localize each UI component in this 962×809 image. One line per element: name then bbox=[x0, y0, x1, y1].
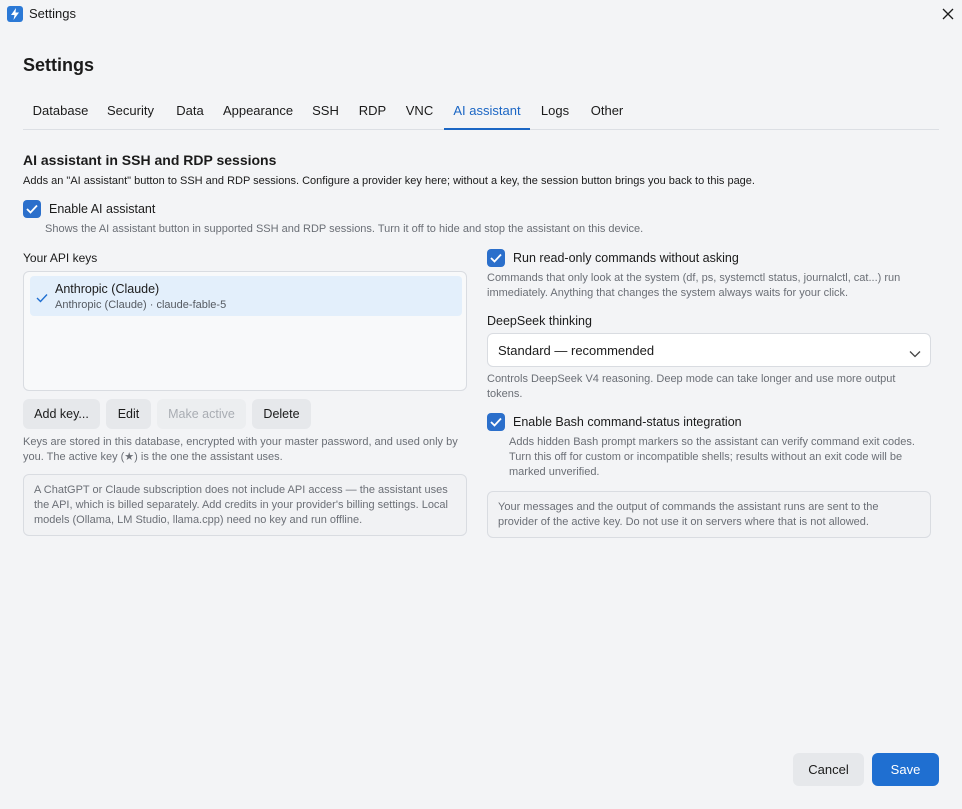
bash-integration-label[interactable]: Enable Bash command-status integration bbox=[513, 415, 742, 429]
tab-bar: Database Security Data Appearance SSH RD… bbox=[23, 92, 939, 130]
deepseek-selected-value: Standard — recommended bbox=[498, 343, 655, 358]
add-key-button[interactable]: Add key... bbox=[23, 399, 100, 429]
checkmark-icon bbox=[26, 204, 38, 214]
page-title: Settings bbox=[23, 55, 95, 75]
bash-integration-checkbox[interactable] bbox=[487, 413, 505, 431]
enable-assistant-checkbox[interactable] bbox=[23, 200, 41, 218]
save-button[interactable]: Save bbox=[872, 753, 939, 786]
delete-key-button[interactable]: Delete bbox=[252, 399, 311, 429]
enable-assistant-label[interactable]: Enable AI assistant bbox=[49, 202, 155, 216]
deepseek-hint: Controls DeepSeek V4 reasoning. Deep mod… bbox=[487, 373, 896, 400]
tab-ssh[interactable]: SSH bbox=[303, 92, 348, 129]
tab-logs[interactable]: Logs bbox=[533, 92, 577, 129]
checkmark-icon bbox=[36, 290, 48, 308]
api-keys-list: Anthropic (Claude) Anthropic (Claude) · … bbox=[23, 271, 467, 391]
window-title: Settings bbox=[29, 6, 76, 21]
api-keys-label: Your API keys bbox=[23, 251, 98, 265]
section-description: Adds an "AI assistant" button to SSH and… bbox=[23, 175, 755, 187]
checkmark-icon bbox=[490, 417, 502, 427]
checkmark-icon bbox=[490, 253, 502, 263]
bash-integration-hint: Adds hidden Bash prompt markers so the a… bbox=[509, 436, 915, 478]
enable-assistant-hint: Shows the AI assistant button in support… bbox=[45, 223, 644, 235]
tab-database[interactable]: Database bbox=[23, 92, 98, 129]
deepseek-label: DeepSeek thinking bbox=[487, 314, 592, 328]
keys-storage-note: Keys are stored in this database, encryp… bbox=[23, 436, 458, 463]
tab-data[interactable]: Data bbox=[166, 92, 214, 129]
tab-security[interactable]: Security bbox=[98, 92, 163, 129]
read-only-hint: Commands that only look at the system (d… bbox=[487, 272, 901, 299]
privacy-note: Your messages and the output of commands… bbox=[487, 491, 931, 538]
subscription-note: A ChatGPT or Claude subscription does no… bbox=[23, 474, 467, 536]
cancel-button[interactable]: Cancel bbox=[793, 753, 864, 786]
make-active-button[interactable]: Make active bbox=[157, 399, 246, 429]
tab-rdp[interactable]: RDP bbox=[351, 92, 394, 129]
list-item[interactable]: Anthropic (Claude) Anthropic (Claude) · … bbox=[30, 276, 462, 316]
deepseek-select[interactable]: Standard — recommended bbox=[487, 333, 931, 367]
tab-other[interactable]: Other bbox=[580, 92, 634, 129]
tab-vnc[interactable]: VNC bbox=[397, 92, 442, 129]
close-icon[interactable] bbox=[938, 4, 958, 24]
title-bar: Settings bbox=[0, 0, 962, 28]
tab-appearance[interactable]: Appearance bbox=[216, 92, 300, 129]
key-detail: Anthropic (Claude) · claude-fable-5 bbox=[55, 299, 227, 311]
section-title: AI assistant in SSH and RDP sessions bbox=[23, 152, 277, 168]
read-only-checkbox[interactable] bbox=[487, 249, 505, 267]
edit-key-button[interactable]: Edit bbox=[106, 399, 151, 429]
read-only-label[interactable]: Run read-only commands without asking bbox=[513, 251, 739, 265]
lightning-icon bbox=[7, 6, 23, 22]
chevron-down-icon bbox=[909, 345, 921, 363]
tab-ai-assistant[interactable]: AI assistant bbox=[444, 92, 530, 130]
key-name: Anthropic (Claude) bbox=[55, 282, 160, 296]
